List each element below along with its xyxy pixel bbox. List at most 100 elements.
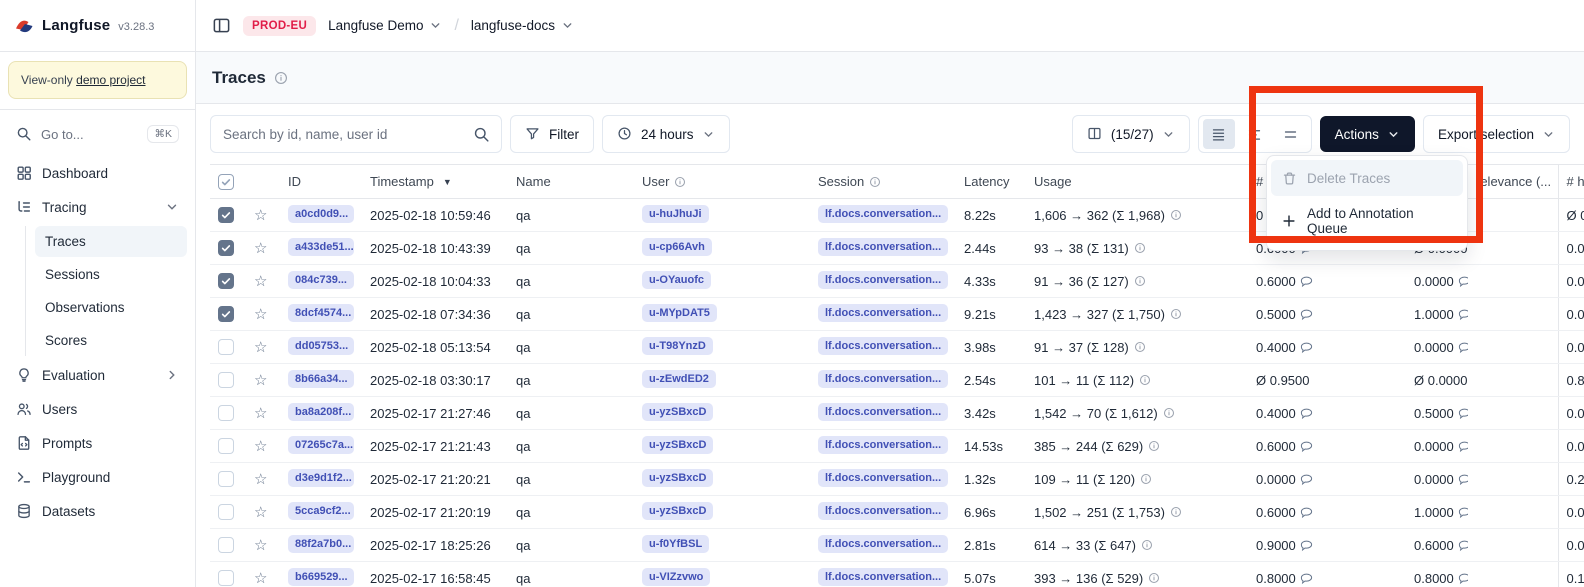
row-checkbox[interactable] bbox=[218, 504, 234, 520]
info-icon[interactable] bbox=[1170, 209, 1182, 221]
user-badge[interactable]: u-OYauofc bbox=[642, 271, 711, 289]
session-badge[interactable]: lf.docs.conversation... bbox=[818, 304, 948, 322]
project-selector[interactable]: langfuse-docs bbox=[471, 18, 574, 33]
info-icon[interactable] bbox=[1134, 242, 1146, 254]
info-icon[interactable] bbox=[1170, 308, 1182, 320]
session-badge[interactable]: lf.docs.conversation... bbox=[818, 205, 948, 223]
menu-item-add-to-annotation-queue[interactable]: Add to Annotation Queue bbox=[1271, 196, 1463, 246]
row-height-medium-button[interactable] bbox=[1239, 119, 1271, 149]
sidebar-item-observations[interactable]: Observations bbox=[35, 292, 187, 323]
trace-id-badge[interactable]: 084c739... bbox=[288, 271, 354, 289]
comment-bubble-icon[interactable] bbox=[1458, 473, 1468, 486]
row-checkbox[interactable] bbox=[218, 306, 234, 322]
user-badge[interactable]: u-yzSBxcD bbox=[642, 502, 713, 520]
bookmark-star-icon[interactable]: ☆ bbox=[254, 504, 267, 521]
sidebar-item-evaluation[interactable]: Evaluation bbox=[8, 358, 187, 392]
row-checkbox[interactable] bbox=[218, 207, 234, 223]
search-input[interactable] bbox=[211, 127, 461, 142]
user-badge[interactable]: u-f0YfBSL bbox=[642, 535, 709, 553]
trace-id-badge[interactable]: b669529... bbox=[288, 568, 354, 586]
user-badge[interactable]: u-T98YnzD bbox=[642, 337, 713, 355]
session-badge[interactable]: lf.docs.conversation... bbox=[818, 238, 948, 256]
sidebar-item-datasets[interactable]: Datasets bbox=[8, 494, 187, 528]
session-badge[interactable]: lf.docs.conversation... bbox=[818, 436, 948, 454]
bookmark-star-icon[interactable]: ☆ bbox=[254, 570, 267, 587]
trace-id-badge[interactable]: 8b66a34... bbox=[288, 370, 354, 388]
comment-bubble-icon[interactable] bbox=[1300, 308, 1313, 321]
trace-row[interactable]: ☆d3e9d1f2...2025-02-17 21:20:21qau-yzSBx… bbox=[210, 463, 1584, 496]
user-badge[interactable]: u-huJhuJi bbox=[642, 205, 709, 223]
trace-id-badge[interactable]: 5cca9cf2... bbox=[288, 502, 354, 520]
comment-bubble-icon[interactable] bbox=[1458, 440, 1468, 453]
info-icon[interactable] bbox=[1148, 440, 1160, 452]
comment-bubble-icon[interactable] bbox=[1458, 341, 1468, 354]
row-checkbox[interactable] bbox=[218, 405, 234, 421]
comment-bubble-icon[interactable] bbox=[1300, 473, 1313, 486]
info-icon[interactable] bbox=[1170, 506, 1182, 518]
trace-row[interactable]: ☆5cca9cf2...2025-02-17 21:20:19qau-yzSBx… bbox=[210, 496, 1584, 529]
info-icon[interactable] bbox=[869, 176, 881, 188]
trace-row[interactable]: ☆8b66a34...2025-02-18 03:30:17qau-zEwdED… bbox=[210, 364, 1584, 397]
bookmark-star-icon[interactable]: ☆ bbox=[254, 405, 267, 422]
session-badge[interactable]: lf.docs.conversation... bbox=[818, 403, 948, 421]
actions-button[interactable]: Actions bbox=[1320, 116, 1415, 152]
select-all-checkbox[interactable] bbox=[218, 174, 234, 190]
comment-bubble-icon[interactable] bbox=[1300, 440, 1313, 453]
sidebar-item-prompts[interactable]: Prompts bbox=[8, 426, 187, 460]
column-header-relevance[interactable]: relevance (... bbox=[1468, 165, 1558, 199]
comment-bubble-icon[interactable] bbox=[1458, 308, 1468, 321]
trace-row[interactable]: ☆88f2a7b0...2025-02-17 18:25:26qau-f0YfB… bbox=[210, 529, 1584, 562]
trace-row[interactable]: ☆ba8a208f...2025-02-17 21:27:46qau-yzSBx… bbox=[210, 397, 1584, 430]
comment-bubble-icon[interactable] bbox=[1458, 407, 1468, 420]
filter-button[interactable]: Filter bbox=[510, 115, 594, 153]
bookmark-star-icon[interactable]: ☆ bbox=[254, 339, 267, 356]
column-visibility-button[interactable]: (15/27) bbox=[1072, 115, 1190, 153]
trace-id-badge[interactable]: 07265c7a... bbox=[288, 436, 354, 454]
info-icon[interactable] bbox=[1140, 473, 1152, 485]
org-selector[interactable]: Langfuse Demo bbox=[328, 18, 442, 33]
session-badge[interactable]: lf.docs.conversation... bbox=[818, 535, 948, 553]
column-header-user[interactable]: User bbox=[634, 165, 810, 199]
trace-row[interactable]: ☆b669529...2025-02-17 16:58:45qau-VIZzvw… bbox=[210, 562, 1584, 587]
column-header-session[interactable]: Session bbox=[810, 165, 956, 199]
bookmark-star-icon[interactable]: ☆ bbox=[254, 273, 267, 290]
comment-bubble-icon[interactable] bbox=[1458, 275, 1468, 288]
trace-row[interactable]: ☆8dcf4574...2025-02-18 07:34:36qau-MYpDA… bbox=[210, 298, 1584, 331]
bookmark-star-icon[interactable]: ☆ bbox=[254, 207, 267, 224]
sidebar-item-tracing[interactable]: Tracing bbox=[8, 190, 187, 224]
menu-item-delete-traces[interactable]: Delete Traces bbox=[1271, 160, 1463, 196]
row-checkbox[interactable] bbox=[218, 537, 234, 553]
session-badge[interactable]: lf.docs.conversation... bbox=[818, 502, 948, 520]
trace-row[interactable]: ☆07265c7a...2025-02-17 21:21:43qau-yzSBx… bbox=[210, 430, 1584, 463]
row-checkbox[interactable] bbox=[218, 471, 234, 487]
bookmark-star-icon[interactable]: ☆ bbox=[254, 306, 267, 323]
bookmark-star-icon[interactable]: ☆ bbox=[254, 240, 267, 257]
column-header-timestamp[interactable]: Timestamp▼ bbox=[362, 165, 508, 199]
row-checkbox[interactable] bbox=[218, 438, 234, 454]
column-header-usage[interactable]: Usage bbox=[1026, 165, 1248, 199]
session-badge[interactable]: lf.docs.conversation... bbox=[818, 469, 948, 487]
sidebar-item-traces[interactable]: Traces bbox=[35, 226, 187, 257]
user-badge[interactable]: u-VIZzvwo bbox=[642, 568, 710, 586]
trace-id-badge[interactable]: 8dcf4574... bbox=[288, 304, 354, 322]
demo-project-link[interactable]: demo project bbox=[76, 73, 145, 87]
info-icon[interactable] bbox=[1141, 539, 1153, 551]
comment-bubble-icon[interactable] bbox=[1300, 539, 1313, 552]
user-badge[interactable]: u-zEwdED2 bbox=[642, 370, 716, 388]
sidebar-item-sessions[interactable]: Sessions bbox=[35, 259, 187, 290]
trace-id-badge[interactable]: ba8a208f... bbox=[288, 403, 354, 421]
row-height-small-button[interactable] bbox=[1203, 119, 1235, 149]
search-submit-icon[interactable] bbox=[461, 116, 501, 152]
comment-bubble-icon[interactable] bbox=[1300, 275, 1313, 288]
trace-id-badge[interactable]: dd05753... bbox=[288, 337, 354, 355]
sidebar-item-dashboard[interactable]: Dashboard bbox=[8, 156, 187, 190]
user-badge[interactable]: u-MYpDAT5 bbox=[642, 304, 717, 322]
sidebar-toggle-icon[interactable] bbox=[212, 16, 231, 35]
info-icon[interactable] bbox=[1148, 572, 1160, 584]
row-checkbox[interactable] bbox=[218, 570, 234, 586]
comment-bubble-icon[interactable] bbox=[1300, 341, 1313, 354]
comment-bubble-icon[interactable] bbox=[1458, 539, 1468, 552]
column-header-id[interactable]: ID bbox=[280, 165, 362, 199]
info-icon[interactable] bbox=[274, 71, 288, 85]
comment-bubble-icon[interactable] bbox=[1300, 407, 1313, 420]
